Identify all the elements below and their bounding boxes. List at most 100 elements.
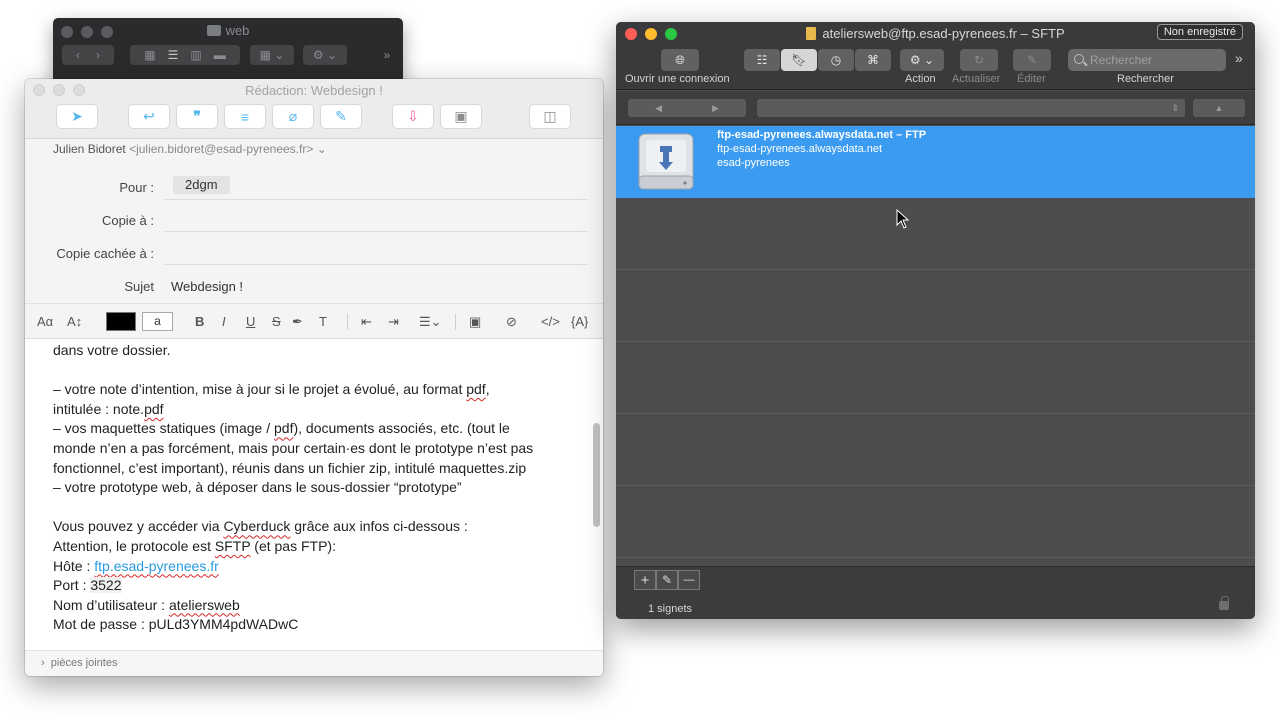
- scrollbar[interactable]: [593, 423, 600, 527]
- search-placeholder: Rechercher: [1090, 53, 1153, 67]
- bookmarks-view-button[interactable]: 🔖︎: [781, 49, 817, 71]
- bookmark-list: ftp-esad-pyrenees.alwaysdata.net – FTP f…: [616, 126, 1255, 566]
- empty-row: [616, 486, 1255, 558]
- lock-icon: [1219, 596, 1229, 610]
- variable-icon[interactable]: {A}: [571, 313, 588, 331]
- indent-icon[interactable]: ⇥: [388, 313, 399, 331]
- bonjour-icon: ⌘: [867, 53, 879, 67]
- body-line: Mot de passe : pULd3YMM4pdWADwC: [53, 616, 299, 633]
- back-forward-buttons[interactable]: ‹ ›: [62, 45, 114, 65]
- group-icon: ▦ ⌄: [259, 48, 285, 62]
- message-body[interactable]: dans votre dossier. – votre note d’inten…: [53, 341, 573, 635]
- action-button[interactable]: ⚙ ⌄: [303, 45, 347, 65]
- font-button[interactable]: Aα: [37, 313, 53, 331]
- chevron-right-icon[interactable]: ›: [96, 48, 100, 62]
- edit-button[interactable]: ✎: [1013, 49, 1051, 71]
- list-view-icon[interactable]: ☰: [168, 48, 179, 62]
- format-bar: Aα A↕ a B I U S ✒ T ⇤ ⇥ ☰⌄ ▣ ⊘ </> {A}: [25, 303, 603, 339]
- mail-compose-window: Rédaction: Webdesign ! ➤ ↩ ❞ ≡ ⌀ ✎ ⇩ ▣ ◫…: [25, 79, 603, 676]
- strikethrough-button[interactable]: S: [272, 313, 281, 331]
- group-button[interactable]: ▦ ⌄: [250, 45, 294, 65]
- image-icon[interactable]: ▣: [469, 313, 481, 331]
- back-arrow-icon[interactable]: ◀: [655, 103, 662, 114]
- parent-folder-button[interactable]: ▲: [1193, 99, 1245, 117]
- edit-bookmark-button[interactable]: ✎: [656, 570, 678, 590]
- text-color-swatch[interactable]: [106, 312, 136, 331]
- clock-icon: ◷: [830, 53, 842, 67]
- chevron-right-icon: ›: [41, 657, 45, 669]
- path-dropdown[interactable]: ⇕: [757, 99, 1185, 117]
- subject-field[interactable]: Webdesign !: [171, 279, 243, 294]
- outdent-icon[interactable]: ⇤: [361, 313, 372, 331]
- bcc-field[interactable]: [165, 264, 587, 265]
- add-bookmark-button[interactable]: +: [634, 570, 656, 590]
- body-line: Port :: [53, 577, 91, 594]
- bonjour-view-button[interactable]: ⌘: [855, 49, 891, 71]
- from-field[interactable]: Julien Bidoret <julien.bidoret@esad-pyre…: [53, 142, 327, 156]
- chevron-left-icon[interactable]: ‹: [76, 48, 80, 62]
- open-connection-button[interactable]: 🌐︎: [661, 49, 699, 71]
- overflow-button[interactable]: »: [379, 45, 395, 65]
- bcc-label: Copie cachée à :: [56, 246, 154, 261]
- forward-arrow-icon[interactable]: ▶: [712, 103, 719, 114]
- sidebar-toggle-button[interactable]: ◫: [530, 105, 570, 128]
- format-divider: [455, 314, 456, 330]
- bold-button[interactable]: B: [195, 313, 204, 331]
- column-view-icon[interactable]: ▥: [190, 48, 201, 62]
- attach-button[interactable]: ⌀: [273, 105, 313, 128]
- body-word: SFTP: [214, 537, 251, 554]
- send-button[interactable]: ➤: [57, 105, 97, 128]
- view-mode-segmented[interactable]: ▦ ☰ ▥ ▬: [130, 45, 240, 65]
- highlight-icon[interactable]: ✒: [292, 313, 303, 331]
- reply-icon: ↩: [143, 108, 155, 124]
- body-line: Attention, le protocole est: [53, 537, 215, 554]
- to-recipient-token[interactable]: 2dgm: [173, 176, 230, 194]
- refresh-label: Actualiser: [952, 73, 1001, 85]
- background-color-swatch[interactable]: a: [142, 312, 173, 331]
- gallery-view-icon[interactable]: ▬: [214, 48, 226, 62]
- to-label: Pour :: [119, 180, 154, 195]
- action-button[interactable]: ⚙ ⌄: [900, 49, 944, 71]
- list-icon[interactable]: ☰⌄: [419, 313, 442, 331]
- attachments-disclosure[interactable]: › pièces jointes: [25, 650, 603, 676]
- italic-button[interactable]: I: [222, 313, 226, 331]
- code-icon[interactable]: </>: [541, 313, 560, 331]
- search-icon: [1074, 54, 1084, 64]
- host-link[interactable]: ftp.esad-pyrenees.fr: [94, 558, 219, 574]
- font-size-button[interactable]: A↕: [67, 313, 82, 331]
- clear-format-button[interactable]: T: [319, 313, 327, 331]
- body-line: intitulée : note.: [53, 400, 145, 417]
- history-view-button[interactable]: ◷: [818, 49, 854, 71]
- body-line: – votre prototype web, à déposer dans le…: [53, 479, 462, 496]
- briefcase-button[interactable]: ▣: [441, 105, 481, 128]
- drive-icon: [638, 133, 694, 190]
- search-label: Rechercher: [1117, 73, 1174, 85]
- back-forward-buttons[interactable]: ◀ ▶: [628, 99, 746, 117]
- bookmark-row[interactable]: ftp-esad-pyrenees.alwaysdata.net – FTP f…: [616, 126, 1255, 198]
- port-value: 3522: [90, 577, 122, 594]
- cc-field[interactable]: [165, 231, 587, 232]
- link-icon[interactable]: ⊘: [506, 313, 517, 331]
- body-line: fonctionnel, c’est important), réunis da…: [53, 459, 527, 476]
- reply-button[interactable]: ↩: [129, 105, 169, 128]
- save-to-folder-button[interactable]: ⇩: [393, 105, 433, 128]
- markup-button[interactable]: ✎: [321, 105, 361, 128]
- remove-bookmark-button[interactable]: —: [678, 570, 700, 590]
- search-input[interactable]: Rechercher: [1068, 49, 1226, 71]
- bookmark-title: ftp-esad-pyrenees.alwaysdata.net – FTP: [717, 129, 927, 141]
- underline-button[interactable]: U: [246, 313, 255, 331]
- body-line: Hôte :: [53, 557, 95, 574]
- updown-chevron-icon: ⇕: [1171, 102, 1179, 113]
- icon-view-icon[interactable]: ▦: [144, 48, 155, 62]
- overflow-icon[interactable]: »: [1235, 50, 1243, 66]
- to-field[interactable]: [165, 199, 587, 200]
- format-button[interactable]: ≡: [225, 105, 265, 128]
- empty-row: [616, 414, 1255, 486]
- outline-icon: ☷: [756, 53, 768, 67]
- quote-button[interactable]: ❞: [177, 105, 217, 128]
- bookmark-count: 1 signets: [648, 603, 693, 615]
- chevron-down-icon[interactable]: ⌄: [317, 142, 327, 156]
- browser-view-button[interactable]: ☷: [744, 49, 780, 71]
- empty-row: [616, 198, 1255, 270]
- refresh-button[interactable]: ↻: [960, 49, 998, 71]
